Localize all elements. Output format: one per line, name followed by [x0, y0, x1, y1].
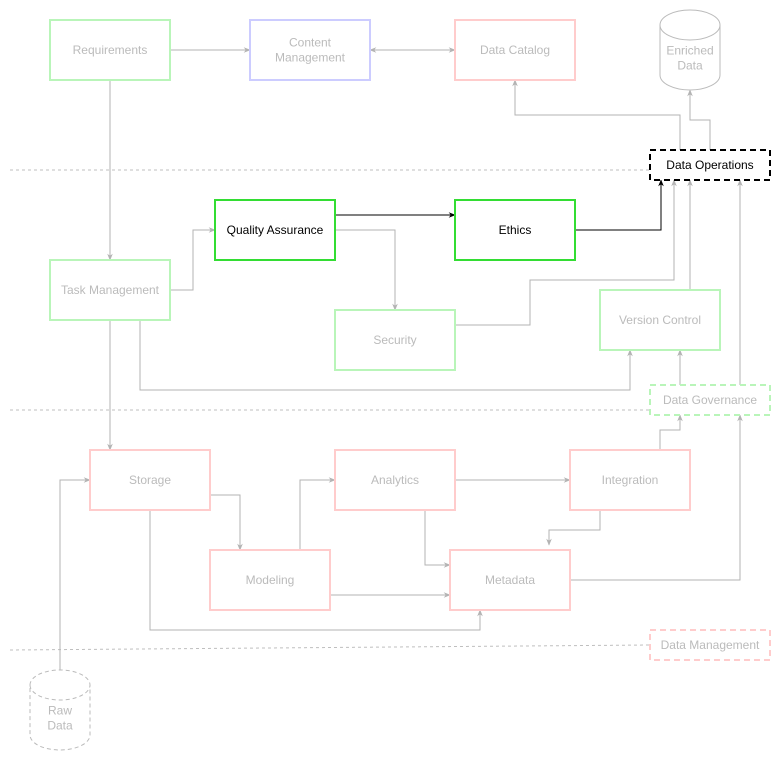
node-label: Modeling [246, 573, 295, 587]
node-requirements[interactable]: Requirements [49, 19, 171, 81]
node-modeling[interactable]: Modeling [209, 549, 331, 611]
node-storage[interactable]: Storage [89, 449, 211, 511]
node-data-management[interactable]: Data Management [649, 629, 771, 661]
node-label: Task Management [61, 283, 160, 297]
node-data-catalog[interactable]: Data Catalog [454, 19, 576, 81]
node-label: Analytics [371, 473, 419, 487]
node-task-management[interactable]: Task Management [49, 259, 171, 321]
node-content-management[interactable]: Content Management [249, 19, 371, 81]
connector-arrow [546, 510, 601, 546]
node-label: Raw Data [47, 704, 73, 733]
node-label: Storage [129, 473, 171, 487]
node-label: Security [373, 333, 416, 347]
node-raw-data[interactable]: Raw Data [29, 669, 91, 751]
connector-arrow [659, 414, 683, 450]
node-label: Version Control [619, 313, 701, 327]
diagram-canvas: Requirements Content Management Data Catalo… [9, 9, 771, 751]
node-label: Ethics [499, 223, 532, 237]
connector-arrow [687, 89, 711, 150]
node-data-governance[interactable]: Data Governance [649, 384, 771, 416]
node-label: Data Management [661, 638, 760, 652]
node-label: Integration [602, 473, 659, 487]
node-ethics[interactable]: Ethics [454, 199, 576, 261]
node-label: Metadata [485, 573, 535, 587]
node-data-operations[interactable]: Data Operations [649, 149, 771, 181]
connector-arrow [335, 229, 398, 311]
connector-arrow [59, 477, 91, 670]
node-label: Requirements [73, 43, 148, 57]
connector-arrow [424, 510, 451, 568]
node-quality-assurance[interactable]: Quality Assurance [214, 199, 336, 261]
connector-arrow [170, 227, 216, 291]
node-label: Quality Assurance [227, 223, 324, 237]
node-metadata[interactable]: Metadata [449, 549, 571, 611]
node-security[interactable]: Security [334, 309, 456, 371]
connector-arrow [299, 477, 336, 550]
node-analytics[interactable]: Analytics [334, 449, 456, 511]
node-version-control[interactable]: Version Control [599, 289, 721, 351]
connector-arrow [512, 79, 681, 150]
node-label: Data Catalog [480, 43, 550, 57]
node-integration[interactable]: Integration [569, 449, 691, 511]
node-label: Data Governance [663, 393, 757, 407]
node-enriched-data[interactable]: Enriched Data [659, 9, 721, 91]
lane-divider [9, 644, 651, 651]
node-label: Data Operations [666, 158, 753, 172]
connector-arrow [210, 494, 243, 551]
connector-arrow [575, 179, 664, 231]
